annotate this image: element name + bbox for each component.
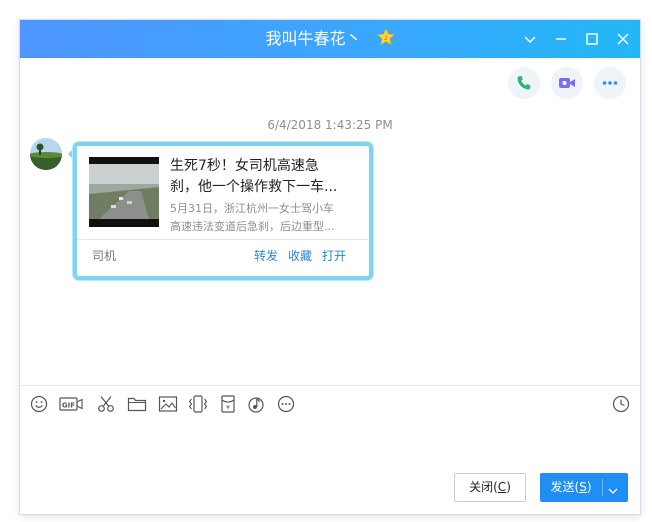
card-source: 司机 (92, 249, 117, 263)
card-thumbnail (89, 157, 159, 227)
more-button[interactable] (594, 67, 626, 99)
send-button-label-tail: ) (586, 480, 592, 494)
send-button-label-wrap[interactable]: 发送(S) (540, 473, 602, 502)
more-icon[interactable] (275, 393, 297, 415)
card-title: 生死7秒！女司机高速急 刹，他一个操作救下一车... (170, 156, 355, 198)
composer-divider (20, 385, 640, 386)
contact-name: 我叫牛春花丶 (265, 29, 362, 48)
card-desc-line: 高速违法变道后急刹，后边重型... (170, 220, 335, 233)
chat-window: 我叫牛春花丶 2 6/4/2018 1:43:25 PM 生死7秒！女司机高速急… (20, 20, 640, 514)
phone-icon (517, 76, 531, 90)
minimize-icon[interactable] (551, 29, 571, 49)
chevron-down-icon[interactable] (520, 29, 540, 49)
video-icon (559, 78, 575, 88)
svg-text:2: 2 (384, 35, 388, 42)
close-button-label: 关闭( (469, 480, 498, 494)
image-icon[interactable] (157, 393, 179, 415)
music-icon[interactable] (245, 393, 267, 415)
maximize-icon[interactable] (582, 29, 602, 49)
voice-call-button[interactable] (508, 67, 540, 99)
title-bar[interactable]: 我叫牛春花丶 2 (20, 20, 640, 58)
send-button-divider (602, 479, 603, 496)
header-actions (508, 67, 628, 99)
card-title-line: 生死7秒！女司机高速急 (170, 158, 319, 174)
card-title-line: 刹，他一个操作救下一车... (170, 179, 338, 195)
send-button[interactable]: 发送(S) (540, 473, 628, 502)
video-call-button[interactable] (551, 67, 583, 99)
window-title: 我叫牛春花丶 2 (20, 27, 640, 50)
scissors-icon[interactable] (95, 393, 117, 415)
favorite-link[interactable]: 收藏 (288, 247, 312, 264)
vip-badge-icon: 2 (376, 27, 395, 46)
close-icon[interactable] (613, 29, 633, 49)
avatar[interactable] (30, 138, 62, 170)
forward-link[interactable]: 转发 (254, 247, 278, 264)
svg-text:GIF: GIF (62, 401, 75, 409)
svg-text:¥: ¥ (226, 405, 230, 412)
card-desc-line: 5月31日，浙江杭州一女士驾小车 (170, 202, 334, 215)
gif-icon[interactable]: GIF (58, 393, 84, 415)
shared-link-card[interactable]: 生死7秒！女司机高速急 刹，他一个操作救下一车... 5月31日，浙江杭州一女士… (73, 142, 373, 280)
shake-icon[interactable] (187, 393, 209, 415)
open-link[interactable]: 打开 (322, 247, 346, 264)
card-divider (77, 239, 369, 240)
more-icon (602, 81, 618, 85)
card-description: 5月31日，浙江杭州一女士驾小车 高速违法变道后急刹，后边重型... (170, 200, 355, 236)
send-button-label: 发送( (550, 480, 580, 494)
folder-icon[interactable] (126, 393, 148, 415)
chevron-down-icon[interactable] (606, 482, 620, 501)
close-button-shortcut: C (497, 480, 507, 494)
clock-icon[interactable] (610, 393, 632, 415)
emoji-icon[interactable] (28, 393, 50, 415)
close-button-label-tail: ) (506, 480, 511, 494)
close-button[interactable]: 关闭(C) (454, 473, 526, 502)
send-button-shortcut: S (579, 480, 587, 494)
message-timestamp: 6/4/2018 1:43:25 PM (267, 118, 393, 132)
red-packet-icon[interactable]: ¥ (217, 393, 239, 415)
